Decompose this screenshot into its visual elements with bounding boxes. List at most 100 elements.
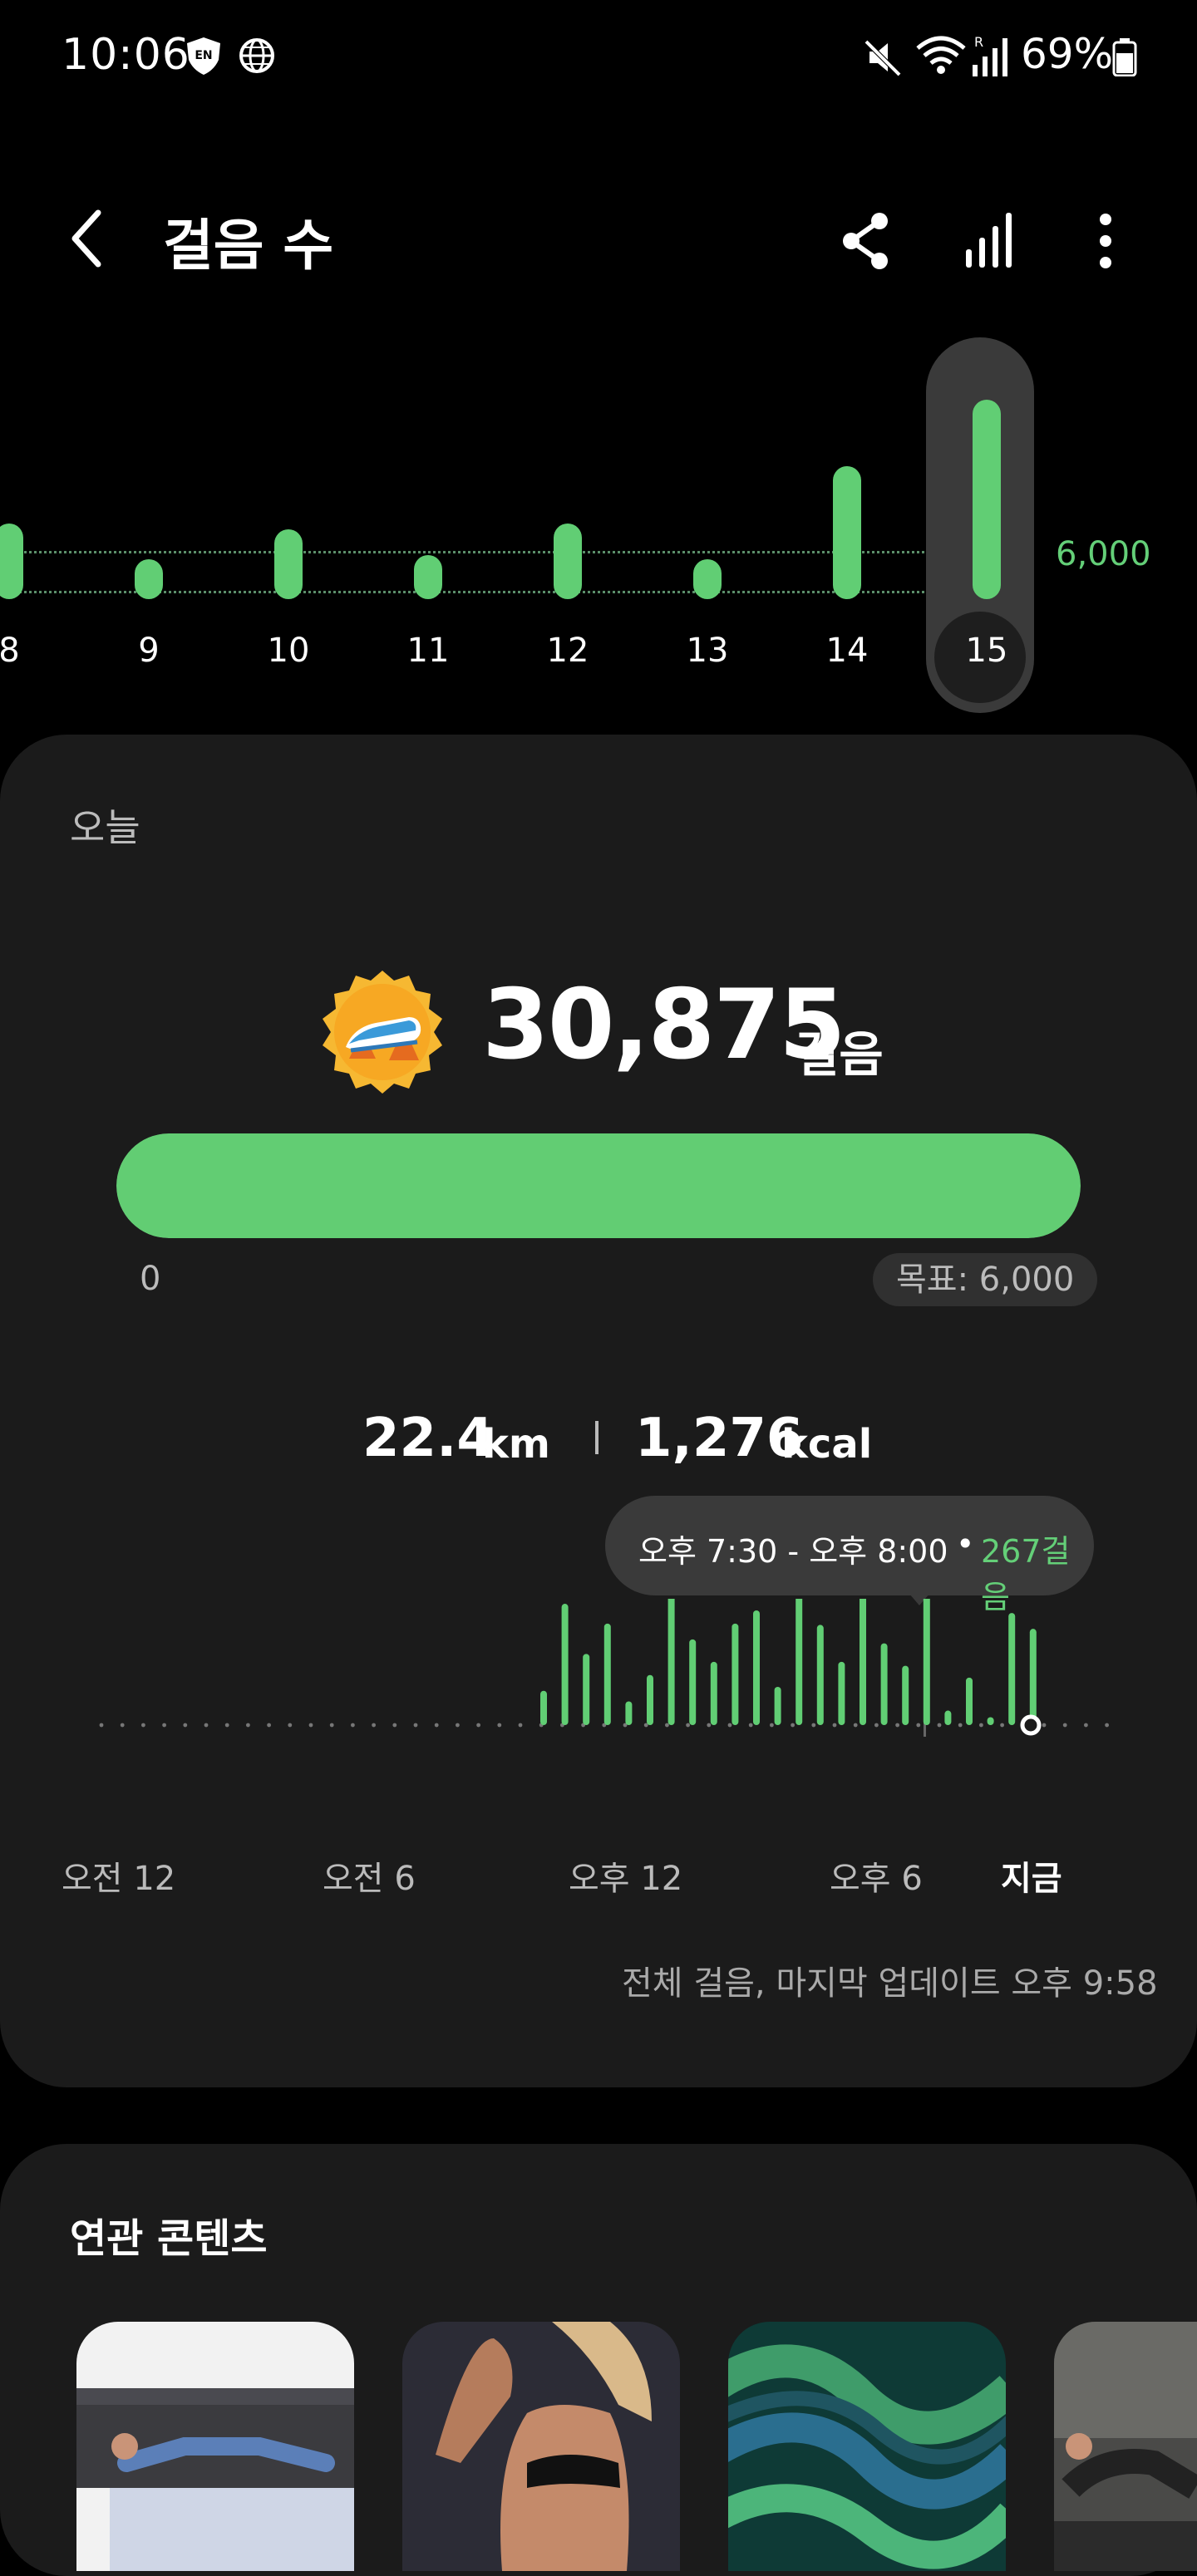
hourly-bar[interactable] <box>1008 1613 1016 1725</box>
hourly-bar[interactable] <box>753 1610 760 1725</box>
hourly-bar[interactable] <box>647 1674 653 1725</box>
related-content-title: 연관 콘텐츠 <box>70 2215 268 2262</box>
baseline-dot <box>392 1723 397 1728</box>
day-bar-10 <box>274 529 303 599</box>
baseline-dot <box>916 1723 921 1728</box>
hourly-bar[interactable] <box>880 1643 888 1725</box>
calories-unit: kcal <box>781 1421 873 1467</box>
day-bar-12 <box>554 523 582 599</box>
baseline-dot <box>791 1723 795 1728</box>
hourly-bar[interactable] <box>816 1625 824 1725</box>
hourly-bar[interactable] <box>944 1710 952 1725</box>
day-column-10[interactable]: 10 <box>243 332 334 723</box>
steps-unit: 걸음 <box>795 1026 884 1083</box>
baseline-dot <box>874 1723 879 1728</box>
baseline-dot <box>1062 1723 1067 1728</box>
goal-chip: 목표: 6,000 <box>873 1253 1098 1306</box>
baseline-dot <box>707 1723 712 1728</box>
day-column-14[interactable]: 14 <box>801 332 893 723</box>
weekly-step-strip: 8 9 10 11 12 13 14 15 6,000 <box>0 332 1197 723</box>
baseline-dot <box>372 1723 376 1728</box>
baseline-dot <box>351 1723 355 1728</box>
more-options-button[interactable] <box>1071 206 1140 276</box>
baseline-dot <box>686 1723 690 1728</box>
tooltip-time-range: 오후 7:30 - 오후 8:00 <box>638 1533 948 1570</box>
hourly-bar[interactable] <box>774 1686 781 1725</box>
baseline-dot <box>329 1723 334 1728</box>
hourly-bar[interactable] <box>625 1701 633 1725</box>
more-vertical-icon <box>1100 214 1111 268</box>
day-label-12: 12 <box>546 632 589 670</box>
baseline-dot <box>141 1723 145 1728</box>
baseline-dot <box>665 1723 669 1728</box>
baseline-dot <box>958 1723 963 1728</box>
day-label-15: 15 <box>965 632 1008 670</box>
hourly-bar[interactable] <box>583 1654 590 1725</box>
hourly-bar[interactable] <box>902 1665 909 1725</box>
baseline-dot <box>1084 1723 1088 1728</box>
back-button[interactable] <box>60 201 126 276</box>
baseline-dot <box>99 1723 104 1728</box>
back-muscle-thumbnail[interactable] <box>402 2322 680 2571</box>
day-label-8: 8 <box>0 632 20 670</box>
axis-label-am12: 오전 12 <box>62 1860 176 1898</box>
hourly-bar[interactable] <box>838 1661 845 1725</box>
day-label-11: 11 <box>406 632 450 670</box>
hourly-bar[interactable] <box>1029 1629 1037 1725</box>
plank-workout-thumbnail[interactable] <box>76 2322 354 2571</box>
baseline-dot <box>183 1723 188 1728</box>
hourly-bar[interactable] <box>540 1690 547 1725</box>
hourly-bar[interactable] <box>796 1599 803 1725</box>
share-button[interactable] <box>831 206 901 276</box>
green-swirl-thumbnail[interactable] <box>728 2322 1006 2571</box>
day-bar-14 <box>833 466 861 599</box>
baseline-dot <box>308 1723 313 1728</box>
hourly-bar[interactable] <box>603 1623 611 1725</box>
baseline-dot <box>748 1723 753 1728</box>
baseline-dot <box>413 1723 418 1728</box>
today-card: 오늘 30,875 걸음 0 목표: 6,000 22.4 km 1,276 k… <box>0 735 1197 2087</box>
baseline-dot <box>518 1723 523 1728</box>
baseline-dot <box>497 1723 502 1728</box>
baseline-dot <box>811 1723 816 1728</box>
day-bar-9 <box>135 559 163 599</box>
day-column-9[interactable]: 9 <box>103 332 195 723</box>
day-column-15[interactable]: 15 <box>941 332 1032 723</box>
svg-text:R: R <box>974 34 983 50</box>
status-bar: 10:06 EN R 69% <box>0 0 1197 116</box>
baseline-dot <box>1000 1723 1004 1728</box>
signal-icon: R <box>969 33 1009 78</box>
day-column-11[interactable]: 11 <box>382 332 474 723</box>
hourly-steps-chart[interactable] <box>83 1599 1114 1740</box>
baseline-dot <box>853 1723 858 1728</box>
day-label-13: 13 <box>686 632 729 670</box>
tooltip-separator: • <box>956 1526 975 1562</box>
day-column-12[interactable]: 12 <box>522 332 613 723</box>
hourly-bar[interactable] <box>987 1717 994 1725</box>
step-goal-progress <box>116 1133 1081 1238</box>
hourly-bar[interactable] <box>710 1661 717 1725</box>
day-bar-8 <box>0 523 23 599</box>
hourly-bar[interactable] <box>667 1599 675 1725</box>
baseline-dot <box>120 1723 125 1728</box>
en-shield-icon: EN <box>183 35 224 76</box>
day-bar-11 <box>414 554 442 599</box>
day-column-13[interactable]: 13 <box>662 332 753 723</box>
hourly-bar[interactable] <box>923 1599 930 1725</box>
hourly-bar[interactable] <box>966 1677 973 1725</box>
day-label-14: 14 <box>825 632 869 670</box>
today-label: 오늘 <box>70 805 140 850</box>
related-content-card: 연관 콘텐츠 <box>0 2144 1197 2576</box>
hourly-bar[interactable] <box>860 1599 866 1725</box>
baseline-dot <box>267 1723 271 1728</box>
hourly-bar[interactable] <box>689 1639 697 1725</box>
hourly-bar[interactable] <box>732 1623 739 1725</box>
back-icon <box>71 209 101 268</box>
axis-label-pm6: 오후 6 <box>830 1860 923 1898</box>
hourly-bar[interactable] <box>561 1604 569 1725</box>
status-time: 10:06 <box>62 30 190 80</box>
stats-button[interactable] <box>956 206 1026 276</box>
gym-workout-thumbnail[interactable] <box>1054 2322 1197 2571</box>
battery-percent: 69% <box>1021 30 1114 78</box>
day-column-8[interactable]: 8 <box>0 332 55 723</box>
